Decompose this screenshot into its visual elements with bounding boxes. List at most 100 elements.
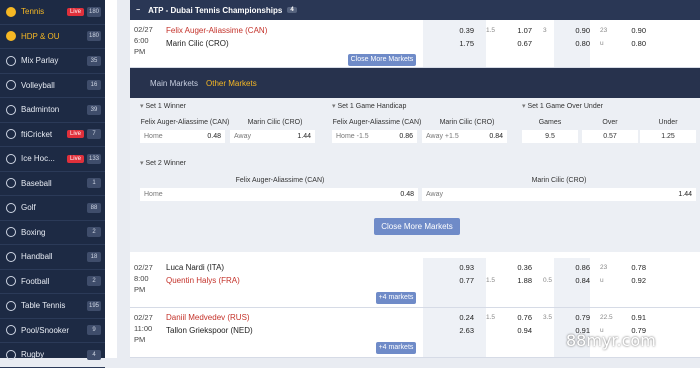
sidebar-item[interactable]: Mix Parlay 35 — [0, 49, 105, 74]
sidebar-item[interactable]: Golf 88 — [0, 196, 105, 221]
close-more-markets-button[interactable]: Close More Markets — [348, 54, 416, 66]
sidebar-item[interactable]: Badminton 39 — [0, 98, 105, 123]
sidebar-item[interactable]: Volleyball 16 — [0, 74, 105, 98]
under-odd[interactable]: 1.25 — [640, 130, 696, 143]
handicap-line: 3 — [543, 27, 547, 34]
sidebar-item-label: Handball — [21, 252, 53, 262]
odd[interactable]: 0.80 — [564, 39, 590, 48]
count-badge: 180 — [86, 6, 101, 17]
sidebar-item[interactable]: HDP & OU 180 — [0, 25, 105, 49]
handicap-line: 1.5 — [486, 314, 496, 321]
sidebar-item-label: ftiCricket — [21, 129, 53, 139]
under-header: Under — [658, 119, 678, 126]
player-header: Marin Cilic (CRO) — [247, 119, 303, 126]
sidebar-item-label: Baseball — [21, 178, 52, 188]
sidebar-item[interactable]: ftiCricket Live 7 — [0, 123, 105, 147]
odd[interactable]: 0.78 — [620, 263, 646, 272]
odd[interactable]: 0.76 — [506, 313, 532, 322]
player-header: Felix Auger-Aliassime (CAN) — [140, 119, 230, 126]
odd[interactable]: 0.67 — [506, 39, 532, 48]
handicap-line: 1.5 — [486, 27, 496, 34]
set2-home-odd[interactable]: Home 0.48 — [140, 188, 418, 201]
total-line: 22.5 — [600, 314, 613, 321]
odd[interactable]: 0.94 — [506, 326, 532, 335]
tab-other-markets[interactable]: Other Markets — [206, 79, 257, 88]
odd[interactable]: 0.79 — [564, 313, 590, 322]
sidebar-item[interactable]: Handball 18 — [0, 245, 105, 270]
sport-icon — [6, 104, 16, 115]
scrollbar-track[interactable] — [105, 0, 117, 358]
odd[interactable]: 0.86 — [564, 263, 590, 272]
count-badge: 16 — [87, 80, 101, 91]
sidebar-item[interactable]: Table Tennis 195 — [0, 294, 105, 319]
odd[interactable]: 0.39 — [448, 26, 474, 35]
handicap-line: 3.5 — [543, 314, 553, 321]
odd[interactable]: 0.90 — [620, 26, 646, 35]
odd[interactable]: 0.92 — [620, 276, 646, 285]
count-badge: 7 — [87, 129, 101, 140]
count-badge: 2 — [87, 227, 101, 238]
handicap-away-odd[interactable]: Away +1.5 0.84 — [422, 130, 507, 143]
more-markets-button[interactable]: +4 markets — [376, 292, 416, 304]
match-ampm: PM — [134, 47, 146, 56]
total-line: 23 — [600, 264, 608, 271]
league-name: ATP - Dubai Tennis Championships — [148, 5, 283, 15]
odd[interactable]: 0.36 — [506, 263, 532, 272]
team-away: Marin Cilic (CRO) — [166, 39, 229, 48]
watermark: 88myr.com — [566, 331, 656, 350]
count-badge: 9 — [87, 325, 101, 336]
set1-away-odd[interactable]: Away 1.44 — [230, 130, 315, 143]
odd[interactable]: 0.93 — [448, 263, 474, 272]
sport-icon — [6, 325, 16, 336]
sidebar-item[interactable]: Boxing 2 — [0, 221, 105, 245]
total-line: 23 — [600, 27, 608, 34]
match-date: 02/27 — [134, 313, 153, 322]
sport-icon — [6, 31, 16, 42]
sidebar-item-label: Ice Hoc... — [21, 154, 55, 164]
over-odd[interactable]: 0.57 — [582, 130, 638, 143]
odd[interactable]: 0.91 — [620, 313, 646, 322]
match-row: 02/27 8:00 PM Luca Nardi (ITA) Quentin H… — [130, 258, 700, 308]
sidebar-item[interactable]: Baseball 1 — [0, 172, 105, 196]
match-ampm: PM — [134, 335, 146, 344]
sport-icon — [6, 251, 16, 262]
count-badge: 18 — [87, 251, 101, 262]
league-header[interactable]: − ATP - Dubai Tennis Championships 4 — [130, 0, 700, 20]
sport-icon — [6, 129, 16, 140]
sidebar-item-label: Table Tennis — [21, 301, 66, 311]
sidebar-item-label: Mix Parlay — [21, 56, 59, 66]
sport-icon — [6, 153, 16, 164]
count-badge: 133 — [86, 153, 101, 164]
handicap-home-odd[interactable]: Home -1.5 0.86 — [332, 130, 417, 143]
sidebar-item[interactable]: Rugby 4 — [0, 343, 105, 368]
count-badge: 88 — [87, 202, 101, 213]
league-count: 4 — [287, 7, 297, 13]
sidebar-item[interactable]: Pool/Snooker 9 — [0, 319, 105, 343]
odd[interactable]: 1.88 — [506, 276, 532, 285]
odd[interactable]: 0.24 — [448, 313, 474, 322]
tab-main-markets[interactable]: Main Markets — [150, 79, 198, 88]
odd[interactable]: 0.84 — [564, 276, 590, 285]
odd[interactable]: 0.80 — [620, 39, 646, 48]
games-header: Games — [538, 119, 562, 126]
close-more-markets-button[interactable]: Close More Markets — [374, 218, 460, 235]
sidebar-item-label: Badminton — [21, 105, 60, 115]
games-value: 9.5 — [522, 130, 578, 143]
sidebar-item[interactable]: Football 2 — [0, 270, 105, 294]
sidebar-item[interactable]: Ice Hoc... Live 133 — [0, 147, 105, 172]
collapse-icon[interactable]: − — [136, 7, 140, 14]
odd[interactable]: 1.75 — [448, 39, 474, 48]
odd[interactable]: 0.90 — [564, 26, 590, 35]
odd[interactable]: 0.77 — [448, 276, 474, 285]
odd[interactable]: 1.07 — [506, 26, 532, 35]
sidebar-item-label: Golf — [21, 203, 36, 213]
sidebar-item[interactable]: Tennis Live 180 — [0, 0, 105, 25]
odd[interactable]: 2.63 — [448, 326, 474, 335]
under-label: u — [600, 40, 604, 47]
more-markets-button[interactable]: +4 markets — [376, 342, 416, 354]
count-badge: 1 — [87, 178, 101, 189]
set1-home-odd[interactable]: Home 0.48 — [140, 130, 225, 143]
set1-over-under-title: Set 1 Game Over Under — [522, 102, 602, 110]
sport-icon — [6, 80, 16, 91]
set2-away-odd[interactable]: Away 1.44 — [422, 188, 696, 201]
